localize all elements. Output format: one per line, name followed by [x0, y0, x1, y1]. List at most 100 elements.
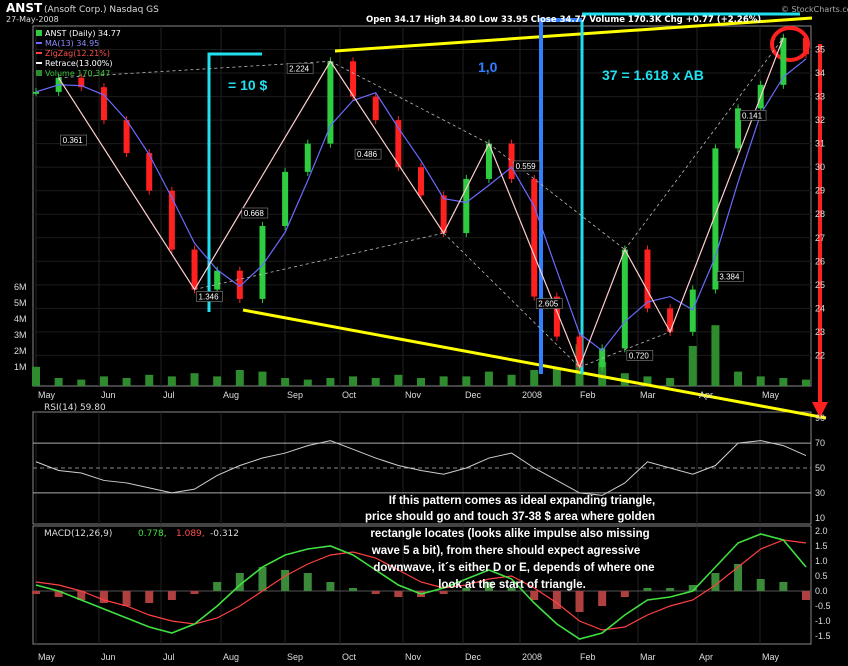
- x-tick-bottom-0: May: [38, 652, 56, 662]
- macd-hist-bar-7: [190, 591, 199, 594]
- volume-bar-18: [439, 376, 448, 386]
- symbol-title: ANST: [6, 1, 43, 15]
- price-tick-12: 34: [815, 68, 825, 78]
- volume-bar-23: [552, 368, 561, 386]
- price-tick-6: 28: [815, 209, 825, 219]
- volume-bar-22: [530, 370, 539, 386]
- x-tick-bottom-9: Feb: [580, 652, 596, 662]
- price-tick-0: 22: [815, 350, 825, 360]
- volume-bar-11: [281, 378, 290, 386]
- volume-bar-0: [32, 366, 40, 386]
- legend-ma: MA(13) 34.95: [45, 39, 99, 48]
- volume-tick-0: 1M: [14, 362, 27, 372]
- volume-bar-8: [213, 376, 222, 386]
- x-tick-top-9: Feb: [580, 390, 596, 400]
- volume-bar-1: [54, 378, 63, 386]
- comment-line-3: rectangle locates (looks alike impulse a…: [370, 528, 649, 540]
- candle-body-7: [191, 249, 198, 290]
- macd-hist-bar-34: [802, 591, 810, 600]
- x-tick-top-6: Nov: [405, 390, 422, 400]
- comment-line-6: look at the start of triangle.: [438, 579, 586, 591]
- candle-body-18: [440, 195, 447, 234]
- rsi-tick-2: 50: [815, 463, 825, 473]
- price-legend: ANST (Daily) 34.77 MA(13) 34.95 ZigZag(1…: [36, 29, 121, 78]
- volume-bar-19: [462, 376, 471, 386]
- macd-legend-hist: -0.312: [210, 529, 239, 539]
- x-tick-bottom-6: Nov: [405, 652, 422, 662]
- candle-body-17: [418, 167, 424, 196]
- x-tick-bottom-10: Mar: [640, 652, 656, 662]
- price-tick-3: 25: [815, 280, 825, 290]
- comment-line-4: wave 5 a bit), from there should expect …: [371, 545, 640, 557]
- retrace-label-4: 0.668: [244, 209, 265, 218]
- macd-hist-bar-23: [552, 591, 561, 609]
- volume-bar-9: [235, 370, 244, 386]
- macd-hist-bar-26: [620, 591, 629, 597]
- candle-body-34: [803, 37, 809, 55]
- x-tick-top-11: Apr: [699, 390, 713, 400]
- volume-tick-5: 6M: [14, 282, 27, 292]
- price-tick-8: 30: [815, 162, 825, 172]
- macd-hist-bar-12: [303, 573, 312, 591]
- volume-bar-17: [417, 378, 425, 386]
- macd-tick-6: 1.5: [815, 541, 828, 551]
- macd-hist-bar-10: [258, 567, 267, 591]
- retrace-label-8: 3.384: [719, 273, 740, 282]
- x-tick-top-5: Oct: [342, 390, 357, 400]
- candle-body-8: [214, 270, 221, 290]
- candle-body-11: [282, 171, 289, 226]
- x-tick-bottom-12: May: [762, 652, 780, 662]
- macd-tick-4: 0.5: [815, 571, 828, 581]
- candle-body-22: [531, 178, 538, 297]
- volume-bar-31: [734, 371, 743, 386]
- rsi-legend: RSI(14) 59.80: [44, 403, 106, 413]
- macd-hist-bar-4: [122, 591, 131, 606]
- ratio-label: 1,0: [478, 59, 498, 75]
- macd-hist-bar-6: [167, 591, 176, 600]
- company-name: (Ansoft Corp.) Nasdaq GS: [44, 5, 159, 15]
- volume-tick-1: 2M: [14, 346, 27, 356]
- price-tick-4: 26: [815, 256, 825, 266]
- volume-bar-3: [99, 376, 108, 386]
- comment-line-1: If this pattern comes as ideal expanding…: [389, 495, 655, 507]
- macd-hist-bar-14: [349, 588, 358, 591]
- macd-tick-1: -1.0: [815, 616, 831, 626]
- volume-bar-28: [666, 378, 675, 386]
- candle-body-12: [304, 143, 311, 172]
- candle-body-3: [100, 87, 107, 121]
- x-tick-bottom-7: Dec: [465, 652, 482, 662]
- macd-hist-bar-16: [394, 591, 403, 597]
- macd-hist-bar-0: [32, 591, 40, 594]
- price-tick-5: 27: [815, 233, 825, 243]
- volume-bar-2: [77, 379, 86, 386]
- x-tick-top-4: Sep: [287, 390, 303, 400]
- macd-hist-bar-18: [439, 591, 448, 594]
- retrace-label-7: 0.720: [629, 351, 650, 360]
- macd-hist-bar-11: [281, 570, 290, 591]
- macd-hist-bar-5: [145, 591, 154, 603]
- x-tick-top-0: May: [38, 390, 56, 400]
- legend-volume-swatch: [36, 70, 42, 76]
- macd-hist-bar-30: [711, 573, 720, 591]
- retrace-label-3: 1.346: [199, 293, 220, 302]
- ohlc-readout: Open 34.17 High 34.80 Low 33.95 Close 34…: [366, 15, 761, 25]
- rsi-tick-4: 90: [815, 413, 825, 423]
- retrace-label-6: 0.559: [516, 162, 537, 171]
- x-tick-top-2: Jul: [163, 390, 175, 400]
- volume-tick-4: 5M: [14, 298, 27, 308]
- volume-bar-21: [507, 374, 516, 386]
- volume-bar-5: [145, 374, 154, 386]
- volume-bar-6: [167, 376, 176, 386]
- macd-tick-3: 0.0: [815, 586, 828, 596]
- x-tick-top-8: 2008: [522, 390, 542, 400]
- macd-hist-bar-27: [643, 588, 652, 591]
- candle-body-6: [168, 190, 175, 250]
- x-tick-bottom-11: Apr: [699, 652, 713, 662]
- volume-bar-10: [258, 371, 267, 386]
- volume-bar-34: [802, 379, 810, 386]
- macd-hist-bar-25: [598, 591, 607, 606]
- x-tick-top-1: Jun: [101, 390, 116, 400]
- ten-dollar-label: = 10 $: [228, 77, 268, 93]
- price-tick-1: 23: [815, 327, 825, 337]
- macd-tick-7: 2.0: [815, 526, 828, 536]
